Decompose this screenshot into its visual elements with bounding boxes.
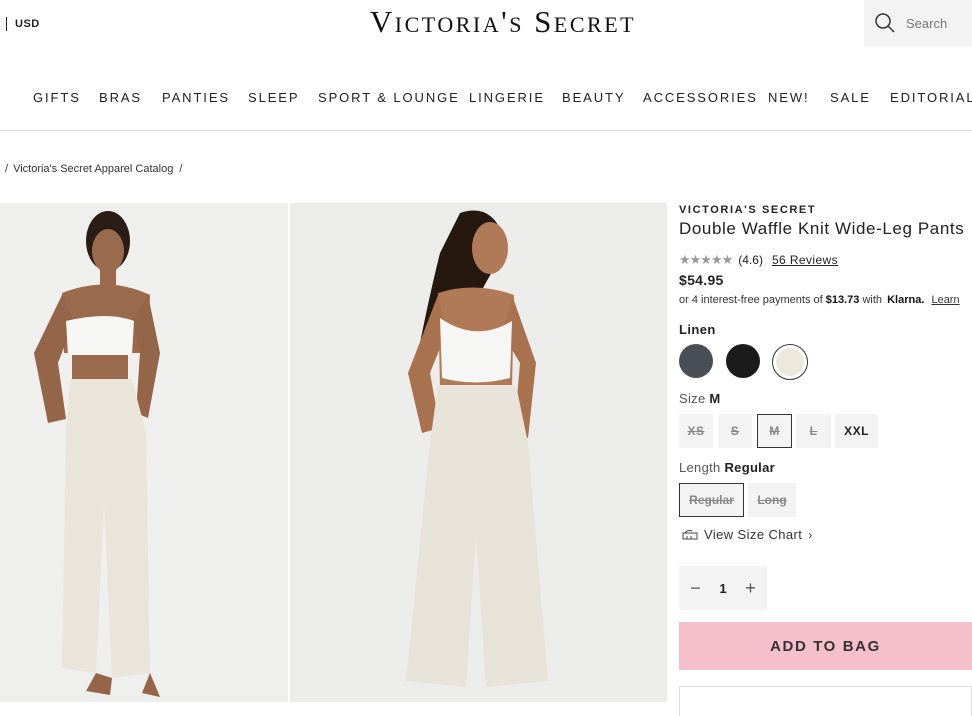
product-brand: VICTORIA'S SECRET (679, 204, 817, 216)
length-label-row: Length Regular (679, 460, 775, 475)
nav-editorial[interactable]: EDITORIAL (890, 90, 972, 105)
find-in-store-box[interactable] (679, 686, 972, 716)
nav-lingerie[interactable]: LINGERIE (469, 90, 545, 105)
length-regular[interactable]: Regular (679, 483, 744, 517)
product-image-front[interactable] (0, 203, 288, 702)
length-selected: Regular (724, 460, 775, 475)
swatch-linen-fill (776, 348, 804, 376)
nav-new[interactable]: NEW! (768, 90, 810, 105)
size-label: Size (679, 391, 706, 406)
breadcrumb-separator: / (179, 163, 183, 175)
plus-icon[interactable]: + (742, 578, 760, 599)
length-long[interactable]: Long (748, 483, 796, 517)
quantity-value[interactable]: 1 (719, 581, 726, 596)
size-l[interactable]: L (796, 414, 831, 448)
size-label-row: Size M (679, 391, 721, 406)
chevron-right-icon: › (808, 527, 813, 542)
size-xxl[interactable]: XXL (835, 414, 878, 448)
swatch-linen[interactable] (772, 344, 808, 380)
swatch-slate[interactable] (679, 344, 713, 378)
product-image-back[interactable] (290, 203, 667, 702)
reviews-link[interactable]: 56 Reviews (772, 253, 838, 267)
nav-sale[interactable]: SALE (830, 90, 871, 105)
main-nav: GIFTS BRAS PANTIES SLEEP SPORT & LOUNGE … (0, 90, 972, 108)
minus-icon[interactable]: − (686, 578, 704, 599)
klarna-with: with (862, 294, 883, 306)
size-m[interactable]: M (757, 414, 792, 448)
size-chart-label: View Size Chart (704, 527, 803, 542)
search-box[interactable] (864, 0, 972, 46)
product-rating: ★★★★★ (4.6) 56 Reviews (679, 252, 838, 268)
nav-beauty[interactable]: BEAUTY (562, 90, 625, 105)
quantity-stepper: − 1 + (679, 566, 767, 610)
size-xs[interactable]: XS (679, 414, 713, 448)
add-to-bag-button[interactable]: ADD TO BAG (679, 622, 972, 670)
klarna-amount: $13.73 (825, 294, 860, 306)
size-selected: M (709, 391, 721, 406)
nav-panties[interactable]: PANTIES (162, 90, 230, 105)
breadcrumb-link[interactable]: Victoria's Secret Apparel Catalog (13, 163, 173, 175)
nav-accessories[interactable]: ACCESSORIES (643, 90, 758, 105)
product-title: Double Waffle Knit Wide-Leg Pants (679, 219, 965, 238)
nav-sport-lounge[interactable]: SPORT & LOUNGE (318, 90, 460, 105)
size-chart-link[interactable]: View Size Chart › (682, 527, 813, 542)
search-icon (875, 13, 895, 33)
size-s[interactable]: S (718, 414, 752, 448)
search-input[interactable] (904, 14, 968, 32)
star-rating-icon: ★★★★★ (679, 252, 733, 267)
klarna-logo: Klarna. (887, 294, 925, 306)
swatch-black[interactable] (726, 344, 760, 378)
klarna-prefix: or 4 interest-free payments of (679, 294, 823, 306)
breadcrumb-separator: / (5, 163, 9, 175)
nav-bras[interactable]: BRAS (99, 90, 142, 105)
klarna-message: or 4 interest-free payments of $13.73 wi… (679, 294, 960, 306)
nav-gifts[interactable]: GIFTS (33, 90, 81, 105)
site-logo[interactable]: Victoria's Secret (0, 4, 972, 40)
color-label: Linen (679, 322, 716, 337)
breadcrumb: / Victoria's Secret Apparel Catalog / (5, 163, 182, 175)
length-label: Length (679, 460, 721, 475)
klarna-learn-link[interactable]: Learn (931, 294, 959, 306)
rating-value: (4.6) (738, 253, 763, 267)
nav-sleep[interactable]: SLEEP (248, 90, 299, 105)
ruler-icon (682, 529, 698, 539)
product-price: $54.95 (679, 272, 724, 288)
header-divider (0, 130, 972, 131)
